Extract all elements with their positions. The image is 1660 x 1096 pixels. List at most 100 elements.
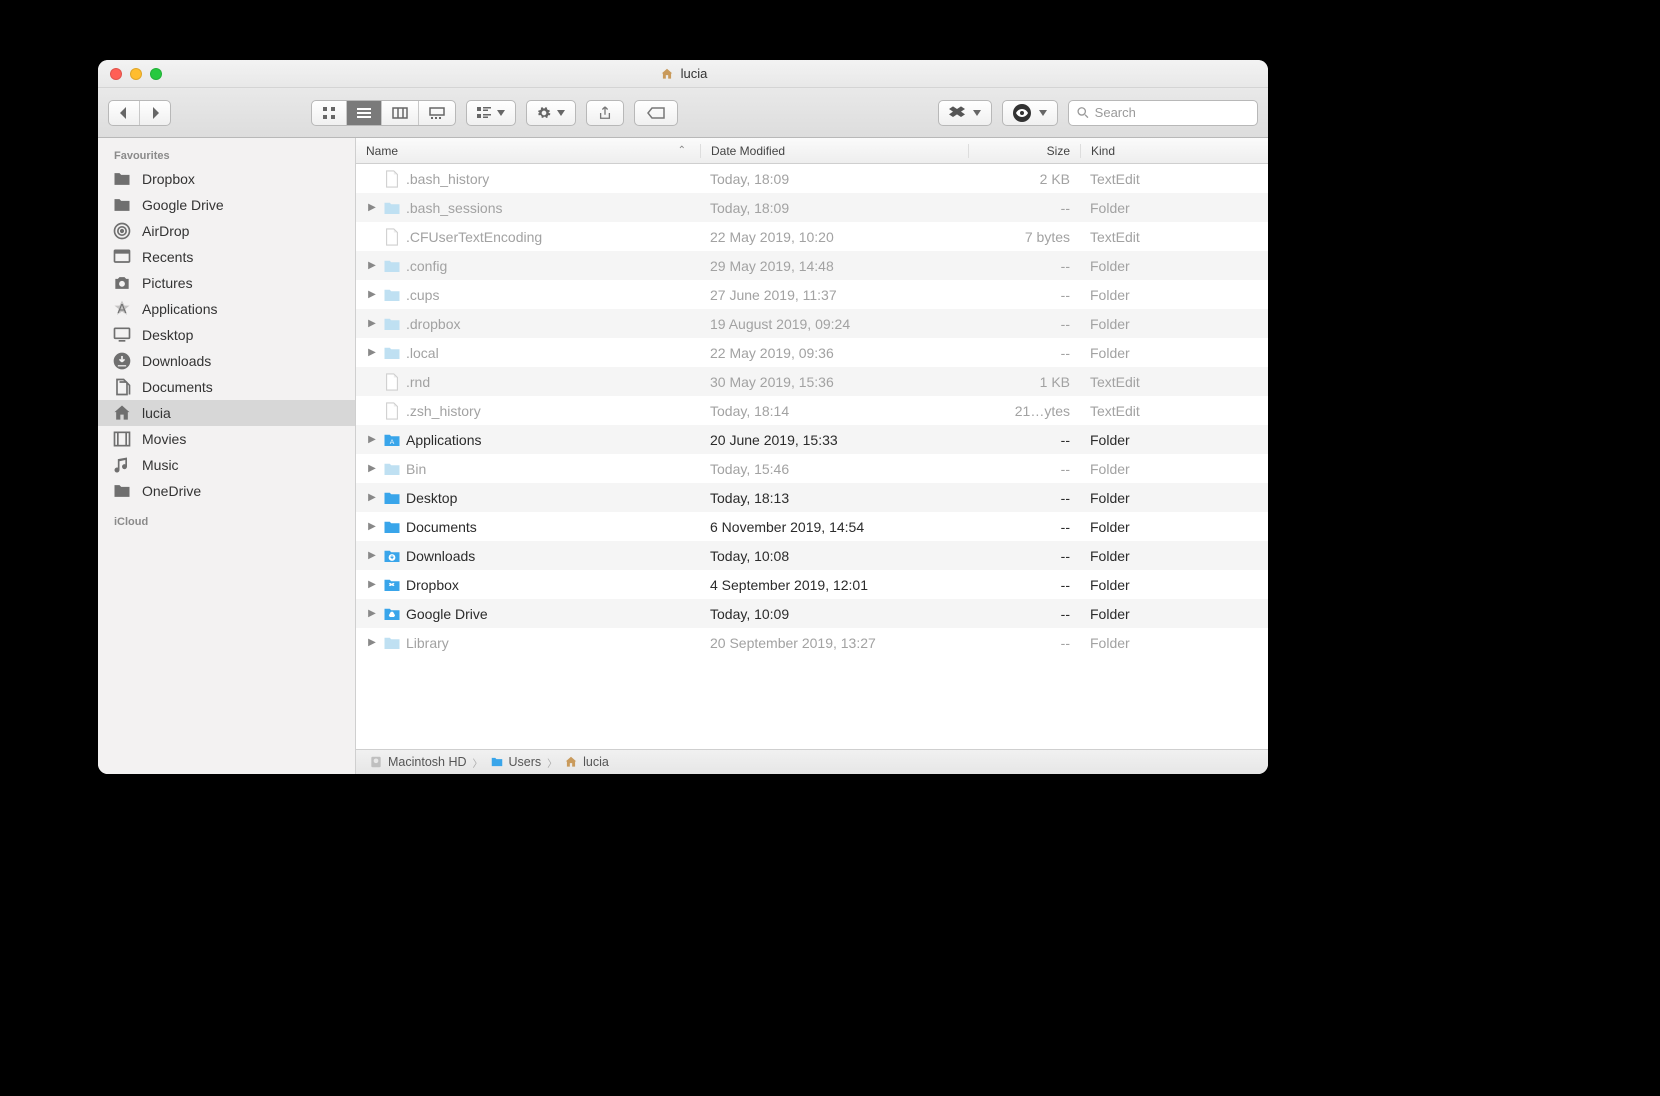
disclosure-triangle-icon[interactable]: ▶ bbox=[366, 434, 378, 445]
desktop-icon bbox=[112, 326, 132, 344]
sidebar-item-label: Google Drive bbox=[142, 197, 224, 213]
back-button[interactable] bbox=[109, 101, 140, 125]
file-kind: Folder bbox=[1080, 548, 1268, 564]
path-segment[interactable]: Macintosh HD bbox=[368, 754, 467, 770]
file-size: -- bbox=[968, 635, 1080, 651]
forward-button[interactable] bbox=[140, 101, 170, 125]
column-view-button[interactable] bbox=[382, 101, 419, 125]
disclosure-triangle-icon[interactable]: ▶ bbox=[366, 289, 378, 300]
file-date: 22 May 2019, 10:20 bbox=[700, 229, 968, 245]
file-size: 1 KB bbox=[968, 374, 1080, 390]
movies-icon bbox=[112, 430, 132, 448]
path-separator-icon: 〉 bbox=[473, 755, 483, 770]
disclosure-triangle-icon[interactable]: ▶ bbox=[366, 347, 378, 358]
path-segment[interactable]: lucia bbox=[563, 754, 609, 770]
list-row[interactable]: ▶.local22 May 2019, 09:36--Folder bbox=[356, 338, 1268, 367]
search-field[interactable] bbox=[1068, 100, 1258, 126]
sidebar-item-onedrive[interactable]: OneDrive bbox=[98, 478, 355, 504]
sort-caret-icon: ⌃ bbox=[678, 145, 686, 156]
titlebar: lucia bbox=[98, 60, 1268, 88]
file-size: -- bbox=[968, 287, 1080, 303]
disclosure-triangle-icon[interactable]: ▶ bbox=[366, 550, 378, 561]
file-size: -- bbox=[968, 606, 1080, 622]
sidebar-item-movies[interactable]: Movies bbox=[98, 426, 355, 452]
sidebar-item-pictures[interactable]: Pictures bbox=[98, 270, 355, 296]
close-button[interactable] bbox=[110, 68, 122, 80]
folder-icon bbox=[383, 286, 401, 304]
gallery-view-button[interactable] bbox=[419, 101, 455, 125]
list-row[interactable]: ▶.dropbox19 August 2019, 09:24--Folder bbox=[356, 309, 1268, 338]
window-title-text: lucia bbox=[681, 66, 708, 81]
tags-button[interactable] bbox=[634, 100, 678, 126]
file-kind: Folder bbox=[1080, 432, 1268, 448]
column-date-label: Date Modified bbox=[711, 144, 785, 158]
sidebar-item-downloads[interactable]: Downloads bbox=[98, 348, 355, 374]
visibility-ext-button[interactable] bbox=[1002, 100, 1058, 126]
sidebar-item-documents[interactable]: Documents bbox=[98, 374, 355, 400]
camera-icon bbox=[112, 274, 132, 292]
file-icon bbox=[383, 373, 401, 391]
dropbox-icon bbox=[949, 106, 965, 120]
list-row[interactable]: .CFUserTextEncoding22 May 2019, 10:207 b… bbox=[356, 222, 1268, 251]
disclosure-triangle-icon[interactable]: ▶ bbox=[366, 202, 378, 213]
disclosure-triangle-icon[interactable]: ▶ bbox=[366, 521, 378, 532]
share-button[interactable] bbox=[586, 100, 624, 126]
icon-view-button[interactable] bbox=[312, 101, 347, 125]
list-row[interactable]: ▶Library20 September 2019, 13:27--Folder bbox=[356, 628, 1268, 657]
sidebar-item-airdrop[interactable]: AirDrop bbox=[98, 218, 355, 244]
file-list[interactable]: .bash_historyToday, 18:092 KBTextEdit▶.b… bbox=[356, 164, 1268, 749]
dropbox-ext-button[interactable] bbox=[938, 100, 992, 126]
column-name[interactable]: Name ⌃ bbox=[356, 144, 700, 158]
file-icon bbox=[383, 228, 401, 246]
folder-icon bbox=[383, 576, 401, 594]
file-size: -- bbox=[968, 258, 1080, 274]
file-kind: Folder bbox=[1080, 606, 1268, 622]
list-view-button[interactable] bbox=[347, 101, 382, 125]
window-title: lucia bbox=[98, 66, 1268, 82]
sidebar-item-desktop[interactable]: Desktop bbox=[98, 322, 355, 348]
path-label: lucia bbox=[583, 755, 609, 769]
list-row[interactable]: ▶BinToday, 15:46--Folder bbox=[356, 454, 1268, 483]
sidebar-item-applications[interactable]: AApplications bbox=[98, 296, 355, 322]
list-row[interactable]: ▶DownloadsToday, 10:08--Folder bbox=[356, 541, 1268, 570]
sidebar-item-music[interactable]: Music bbox=[98, 452, 355, 478]
disclosure-triangle-icon[interactable]: ▶ bbox=[366, 608, 378, 619]
column-size[interactable]: Size bbox=[968, 144, 1080, 158]
path-segment[interactable]: Users bbox=[489, 754, 542, 770]
action-menu[interactable] bbox=[526, 100, 576, 126]
minimize-button[interactable] bbox=[130, 68, 142, 80]
search-input[interactable] bbox=[1095, 105, 1249, 120]
share-icon bbox=[599, 106, 611, 120]
column-date[interactable]: Date Modified bbox=[700, 144, 968, 158]
list-row[interactable]: ▶DesktopToday, 18:13--Folder bbox=[356, 483, 1268, 512]
zoom-button[interactable] bbox=[150, 68, 162, 80]
file-name: .cups bbox=[406, 287, 439, 303]
column-kind[interactable]: Kind bbox=[1080, 144, 1268, 158]
list-row[interactable]: ▶.cups27 June 2019, 11:37--Folder bbox=[356, 280, 1268, 309]
disclosure-triangle-icon[interactable]: ▶ bbox=[366, 260, 378, 271]
disclosure-triangle-icon[interactable]: ▶ bbox=[366, 637, 378, 648]
download-icon bbox=[112, 352, 132, 370]
list-row[interactable]: ▶.bash_sessionsToday, 18:09--Folder bbox=[356, 193, 1268, 222]
folder-icon: A bbox=[383, 431, 401, 449]
file-name: Documents bbox=[406, 519, 477, 535]
disclosure-triangle-icon[interactable]: ▶ bbox=[366, 579, 378, 590]
list-row[interactable]: .rnd30 May 2019, 15:361 KBTextEdit bbox=[356, 367, 1268, 396]
list-row[interactable]: .zsh_historyToday, 18:1421…ytesTextEdit bbox=[356, 396, 1268, 425]
list-row[interactable]: .bash_historyToday, 18:092 KBTextEdit bbox=[356, 164, 1268, 193]
sidebar-item-google-drive[interactable]: Google Drive bbox=[98, 192, 355, 218]
group-by-button[interactable] bbox=[466, 100, 516, 126]
list-row[interactable]: ▶AApplications20 June 2019, 15:33--Folde… bbox=[356, 425, 1268, 454]
list-row[interactable]: ▶Documents6 November 2019, 14:54--Folder bbox=[356, 512, 1268, 541]
list-row[interactable]: ▶.config29 May 2019, 14:48--Folder bbox=[356, 251, 1268, 280]
sidebar-item-label: Pictures bbox=[142, 275, 193, 291]
list-row[interactable]: ▶Google DriveToday, 10:09--Folder bbox=[356, 599, 1268, 628]
list-row[interactable]: ▶Dropbox4 September 2019, 12:01--Folder bbox=[356, 570, 1268, 599]
disclosure-triangle-icon[interactable]: ▶ bbox=[366, 492, 378, 503]
disclosure-triangle-icon[interactable]: ▶ bbox=[366, 318, 378, 329]
sidebar-item-lucia[interactable]: lucia bbox=[98, 400, 355, 426]
file-kind: Folder bbox=[1080, 461, 1268, 477]
sidebar-item-recents[interactable]: Recents bbox=[98, 244, 355, 270]
disclosure-triangle-icon[interactable]: ▶ bbox=[366, 463, 378, 474]
sidebar-item-dropbox[interactable]: Dropbox bbox=[98, 166, 355, 192]
